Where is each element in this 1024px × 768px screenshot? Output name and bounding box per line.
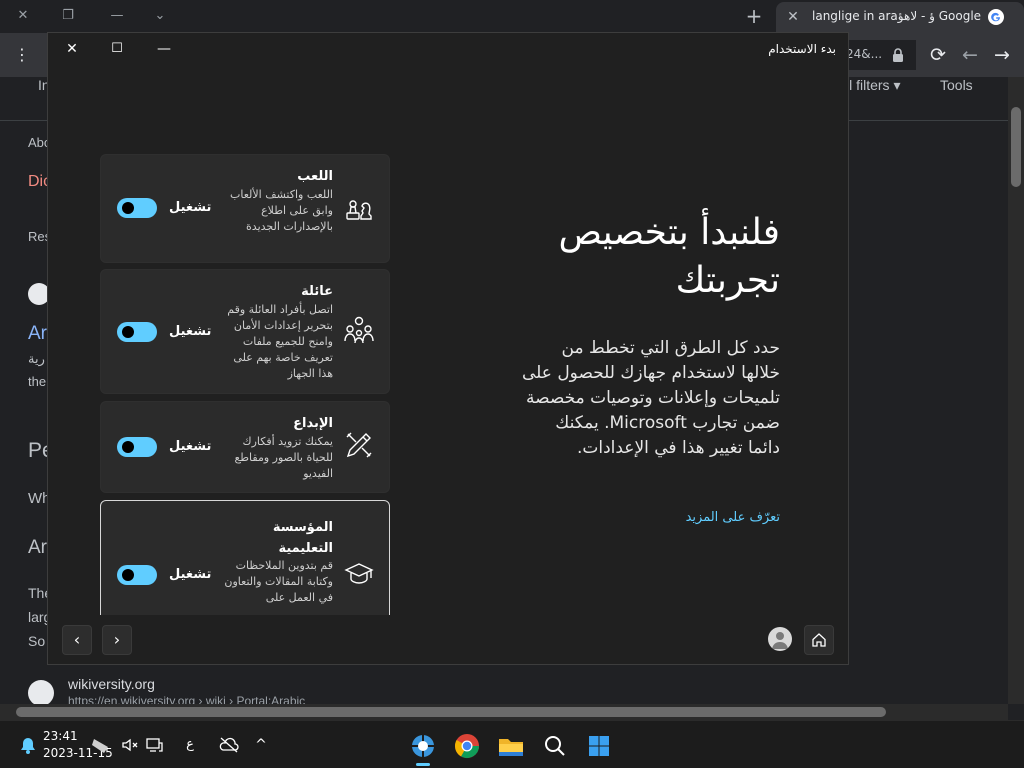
result-site-name[interactable]: wikiversity.org [68,676,155,692]
result-snippet: رية [28,351,45,366]
creativity-icon [346,432,372,458]
dialog-titlebar: ✕ ☐ — بدء الاستخدام [48,33,848,65]
horizontal-scrollbar[interactable] [0,704,1008,720]
gaming-icon [346,200,372,220]
card-gaming-description: اللعب واكتشف الألعاب وابق على اطلاع بالإ… [230,188,333,233]
card-gaming-toggle-label: تشغيل [169,200,212,215]
browser-restore-button[interactable]: ❐ [55,4,81,28]
next-button[interactable]: › [102,625,132,655]
dialog-close-button[interactable]: ✕ [58,38,86,60]
clock-time[interactable]: 23:41 [43,729,78,743]
card-family-toggle[interactable] [117,322,157,342]
card-creativity-description: يمكنك تزويد أفكارك للحياة بالصور ومقاطع … [234,435,333,480]
toggle-knob [122,202,134,214]
card-gaming-title: اللعب [297,169,333,184]
taskbar: 23:41 2023-11-15 ع ^ [0,720,1024,768]
address-bar-text: 24&... [846,47,883,61]
back-icon[interactable]: ← [959,44,981,66]
hero-description: حدد كل الطرق التي تخطط من خلالها لاستخدا… [521,338,780,458]
section-heading: Ar [28,537,47,558]
dialog-content: فلنبدأ بتخصيص تجربتك حدد كل الطرق التي ت… [48,65,848,615]
browser-close-button[interactable]: ✕ [10,4,36,28]
chrome-icon[interactable] [450,729,484,763]
text-line-3: So [28,633,46,649]
card-family[interactable]: عائلة اتصل بأفراد العائلة وقم بتحرير إعد… [100,269,390,394]
card-creativity-toggle[interactable] [117,437,157,457]
network-icon[interactable] [144,735,164,755]
all-filters-button[interactable]: ll filters ▾ [846,77,900,94]
family-icon [344,316,374,344]
notification-bell-icon[interactable] [18,735,38,755]
hero-title: فلنبدأ بتخصيص تجربتك [558,212,780,301]
card-family-title: عائلة [301,284,333,299]
learn-more-link[interactable]: تعرّف على المزيد [686,510,780,525]
home-icon [812,633,826,647]
forward-icon[interactable]: → [991,44,1013,66]
tab-close-icon[interactable]: ✕ [784,8,802,26]
new-tab-button[interactable]: + [742,5,766,29]
dialog-footer: ‹ › [48,615,848,665]
show-hidden-icons-chevron[interactable]: ^ [251,735,271,755]
cloud-offline-icon[interactable] [218,735,240,755]
tools-button[interactable]: Tools [940,77,973,93]
file-explorer-icon[interactable] [494,729,528,763]
dialog-maximize-button[interactable]: ☐ [103,38,131,60]
toggle-knob [122,441,134,453]
pen-tray-icon[interactable] [92,735,114,755]
card-education-description: قم بتدوين الملاحظات وكتابة المقالات والت… [224,559,333,604]
start-button-windows-icon[interactable] [582,729,616,763]
dialog-title: بدء الاستخدام [768,42,836,56]
get-started-dialog: ✕ ☐ — بدء الاستخدام فلنبدأ بتخصيص تجربتك… [47,32,849,665]
vertical-scrollbar[interactable] [1008,77,1024,704]
card-gaming[interactable]: اللعب اللعب واكتشف الألعاب وابق على اطلا… [100,154,390,263]
home-button[interactable] [804,625,834,655]
result-link[interactable]: Ar [28,323,47,345]
reload-icon[interactable]: ⟳ [927,44,949,66]
previous-button[interactable]: ‹ [62,625,92,655]
card-creativity-title: الإبداع [293,416,333,431]
toggle-knob [122,326,134,338]
dialog-minimize-button[interactable]: — [150,38,178,60]
active-app-indicator [416,763,430,766]
wikiversity-favicon-icon [28,680,54,704]
card-education-toggle[interactable] [117,565,157,585]
browser-tab-bar: ✕ ❐ — ⌄ + ✕ langlige in araؤ - لاهؤ Goog… [0,0,1024,33]
result-url[interactable]: https://en.wikiversity.org › wiki › Port… [68,694,305,704]
browser-minimize-button[interactable]: — [104,4,130,28]
education-icon [344,563,374,584]
horizontal-scroll-thumb[interactable] [16,707,886,717]
tab-title: langlige in araؤ - لاهؤ Google Sea [812,9,982,23]
search-icon[interactable] [538,729,572,763]
card-creativity-toggle-label: تشغيل [169,439,212,454]
card-family-toggle-label: تشغيل [169,324,212,339]
card-education-toggle-label: تشغيل [169,567,212,582]
tab-search-dropdown[interactable]: ⌄ [147,4,173,28]
card-gaming-toggle[interactable] [117,198,157,218]
result-snippet-2: the [28,374,47,389]
card-family-description: اتصل بأفراد العائلة وقم بتحرير إعدادات ا… [227,303,333,380]
browser-tab-active[interactable]: ✕ langlige in araؤ - لاهؤ Google Sea [776,2,1024,33]
card-education[interactable]: المؤسسة التعليمية قم بتدوين الملاحظات وك… [100,500,390,615]
vertical-scroll-thumb[interactable] [1011,107,1021,187]
lock-icon [893,48,903,62]
user-avatar[interactable] [768,627,792,651]
volume-muted-icon[interactable] [120,735,140,755]
toggle-knob [122,569,134,581]
setup-app-icon[interactable] [406,729,440,763]
google-favicon-icon [988,9,1004,25]
person-icon [772,632,788,649]
input-language-indicator[interactable]: ع [180,735,200,755]
card-education-title: المؤسسة التعليمية [272,520,333,556]
browser-menu-icon[interactable]: ⋮ [12,45,32,65]
card-creativity[interactable]: الإبداع يمكنك تزويد أفكارك للحياة بالصور… [100,401,390,493]
